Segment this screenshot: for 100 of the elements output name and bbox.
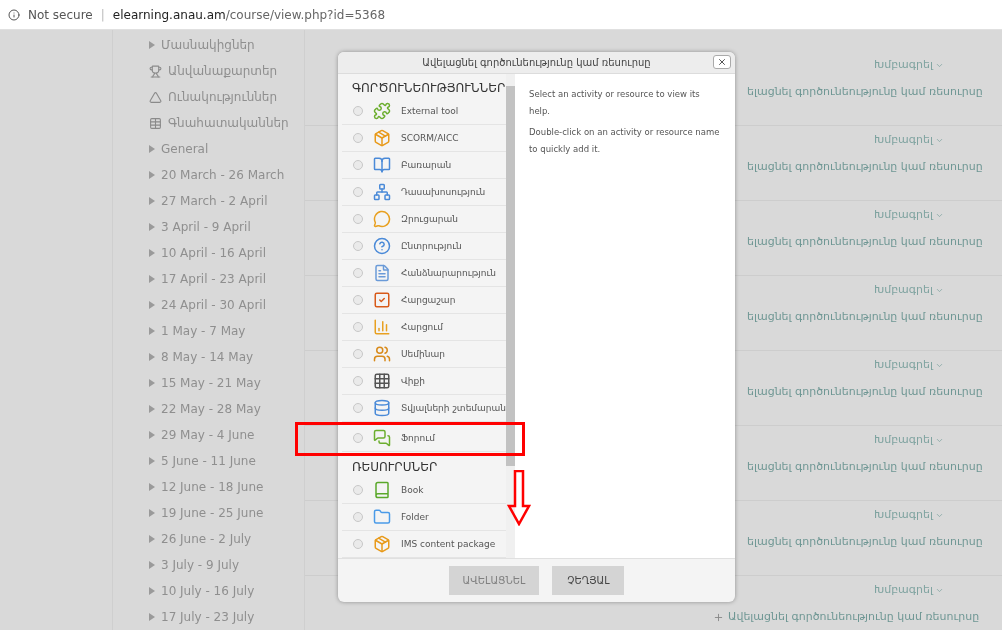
radio-button[interactable] bbox=[353, 106, 363, 116]
package-icon bbox=[373, 535, 391, 553]
group-heading: ՌԵՍՈՒՐՍՆԵՐ bbox=[351, 459, 439, 476]
radio-button[interactable] bbox=[353, 295, 363, 305]
add-activity-link[interactable]: ելացնել գործունեությունը կամ ռեսուրսը bbox=[747, 383, 983, 401]
group-heading: ԳՈՐԾՈՒՆԵՈՒԹՅՈՒՆՆԵՐ bbox=[351, 80, 506, 97]
activity-option[interactable]: Ընտրություն bbox=[342, 233, 506, 260]
activity-option[interactable]: Տվյալների շտեմարան bbox=[342, 395, 506, 422]
book-icon bbox=[373, 481, 391, 499]
activity-option[interactable]: Բառարան bbox=[342, 152, 506, 179]
sidebar-link[interactable]: 26 June - 2 July bbox=[161, 530, 252, 548]
activity-option[interactable]: External tool bbox=[342, 98, 506, 125]
sidebar-link[interactable]: 10 July - 16 July bbox=[161, 582, 255, 600]
activity-label: Հարցաշար bbox=[401, 294, 456, 306]
edit-menu-button[interactable]: Խմբագրել bbox=[874, 131, 944, 149]
diagram-icon bbox=[373, 183, 391, 201]
scrollbar[interactable] bbox=[506, 74, 515, 558]
activity-option[interactable]: Folder bbox=[342, 504, 506, 531]
activity-label: Սեմինար bbox=[401, 348, 445, 360]
forum-icon bbox=[373, 429, 391, 447]
radio-button[interactable] bbox=[353, 187, 363, 197]
caret-icon bbox=[149, 327, 155, 335]
add-activity-link[interactable]: ելացնել գործունեությունը կամ ռեսուրսը bbox=[747, 233, 983, 251]
activity-label: Դասախոսություն bbox=[401, 186, 486, 198]
activity-option[interactable]: Վիքի bbox=[342, 368, 506, 395]
activity-option[interactable]: SCORM/AICC bbox=[342, 125, 506, 152]
sidebar-link[interactable]: Գնահատականներ bbox=[168, 114, 289, 132]
caret-icon bbox=[149, 379, 155, 387]
add-activity-link[interactable]: Ավելացնել գործունեությունը կամ ռեսուրսը bbox=[728, 608, 980, 626]
radio-button[interactable] bbox=[353, 485, 363, 495]
sidebar-link[interactable]: 17 July - 23 July bbox=[161, 608, 255, 626]
activity-label: External tool bbox=[401, 105, 459, 117]
package-icon bbox=[373, 129, 391, 147]
sidebar-link[interactable]: 3 July - 9 July bbox=[161, 556, 240, 574]
separator: | bbox=[100, 6, 105, 24]
radio-button[interactable] bbox=[353, 403, 363, 413]
radio-button[interactable] bbox=[353, 214, 363, 224]
add-activity-link[interactable]: ելացնել գործունեությունը կամ ռեսուրսը bbox=[747, 533, 983, 551]
radio-button[interactable] bbox=[353, 433, 363, 443]
radio-button[interactable] bbox=[353, 322, 363, 332]
close-button[interactable] bbox=[713, 55, 731, 69]
caret-icon bbox=[149, 41, 155, 49]
edit-menu-button[interactable]: Խմբագրել bbox=[874, 206, 944, 224]
url-text[interactable]: elearning.anau.am/course/view.php?id=5368 bbox=[112, 5, 386, 24]
sidebar-link[interactable]: 10 April - 16 April bbox=[161, 244, 266, 262]
sidebar-link[interactable]: 3 April - 9 April bbox=[161, 218, 251, 236]
sidebar-link[interactable]: 22 May - 28 May bbox=[161, 400, 261, 418]
caret-icon bbox=[149, 275, 155, 283]
document-icon bbox=[373, 264, 391, 282]
radio-button[interactable] bbox=[353, 160, 363, 170]
radio-button[interactable] bbox=[353, 133, 363, 143]
folder-icon bbox=[373, 508, 391, 526]
sidebar-link[interactable]: 27 March - 2 April bbox=[161, 192, 268, 210]
radio-button[interactable] bbox=[353, 512, 363, 522]
radio-button[interactable] bbox=[353, 241, 363, 251]
sidebar-link[interactable]: 1 May - 7 May bbox=[161, 322, 246, 340]
sidebar-link[interactable]: 15 May - 21 May bbox=[161, 374, 261, 392]
question-icon bbox=[373, 237, 391, 255]
radio-button[interactable] bbox=[353, 539, 363, 549]
sidebar-link[interactable]: 12 June - 18 June bbox=[161, 478, 264, 496]
radio-button[interactable] bbox=[353, 376, 363, 386]
add-activity-link[interactable]: ելացնել գործունեությունը կամ ռեսուրսը bbox=[747, 83, 983, 101]
sidebar-link[interactable]: 24 April - 30 April bbox=[161, 296, 266, 314]
sidebar-link[interactable]: 19 June - 25 June bbox=[161, 504, 264, 522]
edit-menu-button[interactable]: Խմբագրել bbox=[874, 581, 944, 599]
activity-option[interactable]: Սեմինար bbox=[342, 341, 506, 368]
edit-menu-button[interactable]: Խմբագրել bbox=[874, 56, 944, 74]
sidebar-link[interactable]: Ունակություններ bbox=[168, 88, 278, 106]
add-activity-link[interactable]: ելացնել գործունեությունը կամ ռեսուրսը bbox=[747, 458, 983, 476]
caret-icon bbox=[149, 457, 155, 465]
edit-menu-button[interactable]: Խմբագրել bbox=[874, 506, 944, 524]
radio-button[interactable] bbox=[353, 268, 363, 278]
plus-icon bbox=[713, 611, 724, 623]
activity-option[interactable]: Հարցաշար bbox=[342, 287, 506, 314]
activity-option[interactable]: Book bbox=[342, 477, 506, 504]
activity-label: Տվյալների շտեմարան bbox=[401, 402, 506, 414]
caret-icon bbox=[149, 171, 155, 179]
sidebar-link[interactable]: Անվանաքարտեր bbox=[168, 62, 278, 80]
sidebar-link[interactable]: 17 April - 23 April bbox=[161, 270, 266, 288]
sidebar-link[interactable]: 20 March - 26 March bbox=[161, 166, 285, 184]
radio-button[interactable] bbox=[353, 349, 363, 359]
activity-option[interactable]: IMS content package bbox=[342, 531, 506, 558]
sidebar-link[interactable]: 29 May - 4 June bbox=[161, 426, 255, 444]
activity-option[interactable]: Հարցում bbox=[342, 314, 506, 341]
edit-menu-button[interactable]: Խմբագրել bbox=[874, 431, 944, 449]
cancel-button[interactable]: ՉԵՂՅԱԼ bbox=[552, 566, 625, 595]
activity-option[interactable]: Հանձնարարություն bbox=[342, 260, 506, 287]
sidebar-link[interactable]: 5 June - 11 June bbox=[161, 452, 256, 470]
edit-menu-button[interactable]: Խմբագրել bbox=[874, 356, 944, 374]
sidebar-link[interactable]: Մասնակիցներ bbox=[161, 36, 255, 54]
activity-label: SCORM/AICC bbox=[401, 132, 459, 144]
sidebar-link[interactable]: 8 May - 14 May bbox=[161, 348, 254, 366]
activity-option[interactable]: Դասախոսություն bbox=[342, 179, 506, 206]
activity-option[interactable]: Զրուցարան bbox=[342, 206, 506, 233]
edit-menu-button[interactable]: Խմբագրել bbox=[874, 281, 944, 299]
caret-icon bbox=[149, 197, 155, 205]
sidebar-link[interactable]: General bbox=[161, 140, 209, 158]
add-activity-link[interactable]: ելացնել գործունեությունը կամ ռեսուրսը bbox=[747, 308, 983, 326]
add-activity-link[interactable]: ելացնել գործունեությունը կամ ռեսուրսը bbox=[747, 158, 983, 176]
people-icon bbox=[373, 345, 391, 363]
